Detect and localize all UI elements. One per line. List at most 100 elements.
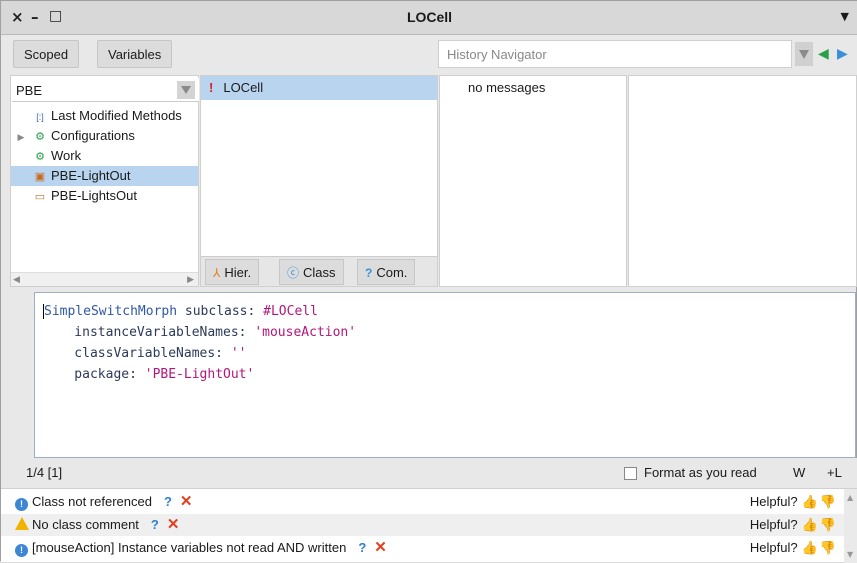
code-token: #LOCell — [263, 304, 318, 319]
thumbs-down-icon[interactable]: 👎 — [820, 494, 836, 509]
helpful-label: Helpful? — [749, 540, 798, 555]
class-mode-tabs: ⅄ Hier. ⓒ Class ? Com. — [201, 256, 437, 286]
line-numbers-toggle[interactable]: +L — [827, 465, 842, 480]
hierarchy-icon: ⅄ — [213, 266, 221, 280]
critic-feedback: Helpful? 👍 👎 — [750, 514, 836, 536]
method-pane — [628, 75, 857, 287]
history-navigator-field[interactable]: History Navigator — [438, 40, 792, 68]
critic-text: No class comment — [32, 517, 139, 532]
code-line: package: 'PBE-LightOut' — [43, 364, 855, 385]
code-token: subclass: — [177, 304, 264, 319]
package-item-work[interactable]: ⚙ Work — [11, 146, 198, 166]
hierarchy-label: Hier. — [224, 265, 252, 280]
class-pane: ! LOCell ⅄ Hier. ⓒ Class ? Com. — [200, 75, 438, 287]
warning-flag-icon: ! — [209, 80, 214, 95]
code-editor[interactable]: SimpleSwitchMorph subclass: #LOCell inst… — [34, 292, 856, 458]
forward-arrow-icon[interactable]: ▶ — [837, 47, 848, 61]
history-dropdown-icon[interactable] — [795, 42, 813, 66]
package-item-pbe-lightsout[interactable]: ▭ PBE-LightsOut — [11, 186, 198, 206]
package-item-configurations[interactable]: ▶ ⚙ Configurations — [11, 126, 198, 146]
class-side-button[interactable]: ⓒ Class — [279, 259, 344, 285]
comment-button[interactable]: ? Com. — [357, 259, 416, 285]
class-side-label: Class — [303, 265, 336, 280]
configurations-icon: ⚙ — [35, 131, 45, 143]
chevron-right-icon[interactable]: ▶ — [13, 127, 29, 146]
work-icon: ⚙ — [35, 151, 45, 163]
critic-ban-icon[interactable]: ✕ — [167, 516, 180, 533]
info-icon: ! — [15, 544, 28, 557]
thumbs-up-icon[interactable]: 👍 — [802, 494, 818, 509]
thumbs-down-icon[interactable]: 👎 — [820, 517, 836, 532]
toolbar: Scoped Variables History Navigator ◀ ▶ — [1, 35, 857, 75]
critic-help-icon[interactable]: ? — [151, 517, 159, 532]
format-checkbox[interactable] — [624, 467, 637, 480]
code-token: instanceVariableNames: — [43, 325, 255, 340]
helpful-label: Helpful? — [749, 517, 798, 532]
scroll-up-icon[interactable]: ▲ — [847, 493, 853, 502]
variables-button[interactable]: Variables — [97, 40, 173, 68]
thumbs-down-icon[interactable]: 👎 — [820, 540, 836, 555]
hierarchy-button[interactable]: ⅄ Hier. — [205, 259, 260, 285]
title-bar: × – □ LOCell ▼ — [1, 1, 857, 35]
code-token: classVariableNames: — [43, 346, 231, 361]
package-horizontal-scrollbar[interactable]: ◀ ▶ — [11, 272, 198, 286]
package-pane: PBE [:] Last Modified Methods ▶ ⚙ Configura… — [10, 75, 199, 287]
code-line: instanceVariableNames: 'mouseAction' — [43, 322, 855, 343]
package-icon: ▭ — [34, 191, 46, 203]
code-token: '' — [230, 346, 247, 361]
package-list: [:] Last Modified Methods ▶ ⚙ Configuration… — [11, 106, 198, 206]
no-messages-text: no messages — [468, 80, 546, 95]
code-line: SimpleSwitchMorph subclass: #LOCell — [43, 301, 855, 322]
package-filter-dropdown-icon[interactable] — [177, 81, 195, 99]
scroll-down-icon[interactable]: ▼ — [847, 550, 853, 559]
package-icon: ▣ — [34, 171, 46, 183]
package-label: PBE-LightsOut — [51, 188, 137, 203]
back-arrow-icon[interactable]: ◀ — [818, 47, 829, 61]
class-label: LOCell — [223, 80, 264, 95]
code-token: 'PBE-LightOut' — [144, 367, 255, 382]
cursor-position: 1/4 [1] — [26, 465, 63, 480]
question-icon: ? — [365, 266, 373, 280]
format-label: Format as you read — [644, 465, 757, 480]
critic-item[interactable]: No class comment? ✕ Helpful? 👍 👎 — [1, 514, 844, 536]
critic-help-icon[interactable]: ? — [358, 540, 366, 555]
critic-help-icon[interactable]: ? — [164, 494, 172, 509]
class-item-locell[interactable]: ! LOCell — [201, 76, 437, 100]
critics-list: ! Class not referenced? ✕ Helpful? 👍 👎 No cl… — [1, 488, 857, 563]
package-filter-input[interactable]: PBE — [12, 78, 199, 102]
package-label: Work — [51, 148, 82, 163]
package-label: Configurations — [51, 128, 135, 143]
critic-ban-icon[interactable]: ✕ — [180, 493, 193, 510]
package-item-pbe-lightout[interactable]: ▣ PBE-LightOut — [11, 166, 198, 186]
critic-feedback: Helpful? 👍 👎 — [750, 491, 836, 513]
editor-status-bar: 1/4 [1] Format as you read W +L — [1, 458, 857, 488]
info-icon: ! — [15, 498, 28, 511]
code-token: package: — [43, 367, 145, 382]
warning-icon — [15, 517, 29, 530]
scroll-left-icon[interactable]: ◀ — [13, 275, 20, 285]
critic-item[interactable]: ! [mouseAction] Instance variables not re… — [1, 537, 844, 559]
thumbs-up-icon[interactable]: 👍 — [802, 540, 818, 555]
code-token: SimpleSwitchMorph — [43, 304, 178, 319]
critics-scrollbar[interactable]: ▲ ▼ — [844, 489, 857, 563]
class-side-icon: ⓒ — [287, 266, 300, 280]
critic-item[interactable]: ! Class not referenced? ✕ Helpful? 👍 👎 — [1, 491, 844, 513]
critic-feedback: Helpful? 👍 👎 — [750, 537, 836, 559]
window-menu-icon[interactable]: ▼ — [841, 10, 849, 23]
thumbs-up-icon[interactable]: 👍 — [802, 517, 818, 532]
browser-window: × – □ LOCell ▼ Scoped Variables History … — [0, 0, 857, 563]
package-label: Last Modified Methods — [51, 108, 182, 123]
critic-ban-icon[interactable]: ✕ — [374, 539, 387, 556]
scroll-right-icon[interactable]: ▶ — [187, 275, 194, 285]
window-title: LOCell — [406, 9, 453, 25]
code-token: 'mouseAction' — [254, 325, 357, 340]
critic-text: [mouseAction] Instance variables not rea… — [32, 540, 347, 555]
scoped-button[interactable]: Scoped — [13, 40, 80, 68]
code-line: classVariableNames: '' — [43, 343, 855, 364]
critic-text: Class not referenced — [32, 494, 152, 509]
last-modified-icon: [:] — [36, 112, 44, 122]
package-item-last-modified[interactable]: [:] Last Modified Methods — [11, 106, 198, 126]
comment-label: Com. — [376, 265, 408, 280]
package-label: PBE-LightOut — [51, 168, 131, 183]
wrap-toggle[interactable]: W — [793, 465, 805, 480]
